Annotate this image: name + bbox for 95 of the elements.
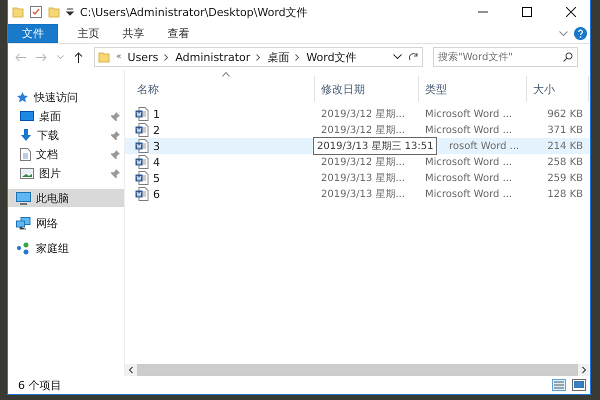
nav-item[interactable]: 下载 [8, 126, 124, 144]
picture-icon [20, 168, 34, 178]
chevron-right-icon [164, 54, 170, 60]
window-title: C:\Users\Administrator\Desktop\Word文件 [80, 4, 309, 20]
details-view-icon[interactable] [552, 379, 566, 391]
date-cell-text: 2019/3/12 星期... [320, 124, 406, 137]
date-cell-text: 2019/3/13 星期... [320, 188, 406, 201]
folder-icon [98, 51, 110, 63]
ribbon-tab[interactable]: 查看 [156, 24, 201, 43]
column-header[interactable]: 名称 [125, 76, 315, 102]
word-document-icon [135, 171, 149, 185]
nav-label: 桌面 [39, 108, 62, 124]
document-icon [20, 148, 31, 160]
file-name: 4 [153, 156, 160, 168]
nav-label: 家庭组 [36, 240, 70, 256]
network-icon [16, 216, 31, 230]
word-document-icon [135, 123, 149, 137]
nav-item[interactable]: 桌面 [8, 107, 124, 125]
file-row[interactable]: 5 2019/3/13 星期... Microsoft Word ... 259 KB [125, 170, 590, 186]
file-name: 5 [153, 172, 160, 184]
file-row[interactable]: 2 2019/3/12 星期... Microsoft Word ... 371 KB [125, 122, 590, 138]
download-icon [20, 128, 32, 142]
file-name: 6 [153, 188, 160, 200]
ribbon-tab[interactable]: 主页 [66, 24, 111, 43]
size-cell-text: 258 KB [546, 156, 584, 168]
nav-item[interactable]: 家庭组 [8, 239, 124, 257]
date-cell-text: 2019/3/12 星期... [320, 156, 406, 169]
breadcrumb[interactable]: Word文件 [306, 50, 357, 64]
item-count: 6 个项目 [18, 378, 62, 392]
type-cell-text: Microsoft Word ... [424, 172, 514, 184]
folder-icon [12, 6, 24, 18]
file-row[interactable]: 6 2019/3/13 星期... Microsoft Word ... 128 KB [125, 186, 590, 202]
chevron-right-icon [295, 54, 300, 60]
search-field[interactable]: 搜索"Word文件" [433, 47, 578, 67]
word-document-icon [135, 155, 149, 169]
nav-item[interactable]: 文档 [8, 145, 124, 163]
tooltip: 2019/3/13 星期三 13:51 [313, 137, 438, 155]
word-document-icon [135, 187, 149, 201]
search-icon [563, 52, 573, 62]
breadcrumb[interactable]: 桌面 [267, 50, 290, 64]
address-bar[interactable]: « Users Administrator 桌面 Word文件 [94, 47, 423, 67]
file-menu-button[interactable]: 文件 [8, 24, 58, 43]
nav-label: 文档 [36, 146, 59, 162]
caret-icon[interactable] [66, 8, 74, 16]
thumbnail-view-icon[interactable] [572, 379, 586, 391]
date-cell-text: 2019/3/13 星期... [320, 172, 406, 185]
pin-icon[interactable] [111, 168, 120, 178]
ribbon-tab[interactable]: 共享 [111, 24, 156, 43]
dropdown-icon[interactable] [393, 54, 402, 60]
file-row[interactable]: 4 2019/3/12 星期... Microsoft Word ... 258 KB [125, 154, 590, 170]
type-cell-text: Microsoft Word ... [424, 188, 514, 200]
nav-item[interactable]: 网络 [8, 214, 124, 232]
word-document-icon [135, 107, 149, 121]
nav-label: 网络 [36, 216, 59, 230]
size-cell-text: 214 KB [546, 140, 584, 152]
chevron-down-icon[interactable] [559, 30, 568, 36]
monitor-icon [20, 110, 34, 122]
pin-icon[interactable] [111, 112, 120, 120]
size-cell-text: 128 KB [546, 188, 584, 200]
overflow-text[interactable]: « [116, 52, 122, 62]
file-name: 2 [153, 124, 160, 136]
homegroup-icon [16, 242, 31, 254]
nav-label: 快速访问 [34, 90, 79, 104]
column-header[interactable]: 类型 [419, 76, 527, 102]
type-cell-text: Microsoft Word ... [424, 108, 514, 120]
chevron-right-icon [256, 54, 262, 60]
column-header[interactable]: 修改日期 [315, 76, 419, 102]
nav-item[interactable]: 图片 [8, 164, 124, 182]
type-cell-text: Microsoft Word ... [424, 156, 514, 168]
star-icon [16, 90, 29, 104]
file-row[interactable]: 1 2019/3/12 星期... Microsoft Word ... 962 KB [125, 106, 590, 122]
size-cell-text: 259 KB [546, 172, 584, 184]
column-header[interactable]: 大小 [527, 76, 589, 102]
nav-item[interactable]: 此电脑 [8, 189, 124, 207]
type-cell-text: Microsoft Word ... [424, 124, 514, 136]
word-document-icon [135, 139, 149, 153]
date-cell-text: 2019/3/12 星期... [320, 108, 406, 121]
checkbox-icon[interactable] [30, 6, 42, 18]
pin-icon[interactable] [111, 150, 120, 158]
breadcrumb[interactable]: Users [128, 50, 158, 64]
computer-icon [16, 192, 31, 204]
nav-item[interactable]: 快速访问 [8, 88, 124, 106]
maximize-icon[interactable] [522, 7, 532, 17]
file-name: 1 [153, 108, 160, 120]
close-icon[interactable] [566, 7, 576, 17]
size-cell-text: 371 KB [546, 124, 584, 136]
nav-label: 下载 [37, 128, 60, 142]
refresh-icon[interactable] [408, 52, 419, 62]
nav-label: 此电脑 [36, 190, 70, 206]
help-button[interactable] [571, 24, 590, 43]
size-cell-text: 962 KB [546, 108, 584, 120]
pin-icon[interactable] [111, 130, 120, 140]
file-name: 3 [153, 140, 160, 152]
nav-label: 图片 [39, 166, 62, 180]
breadcrumb[interactable]: Administrator [175, 50, 250, 64]
